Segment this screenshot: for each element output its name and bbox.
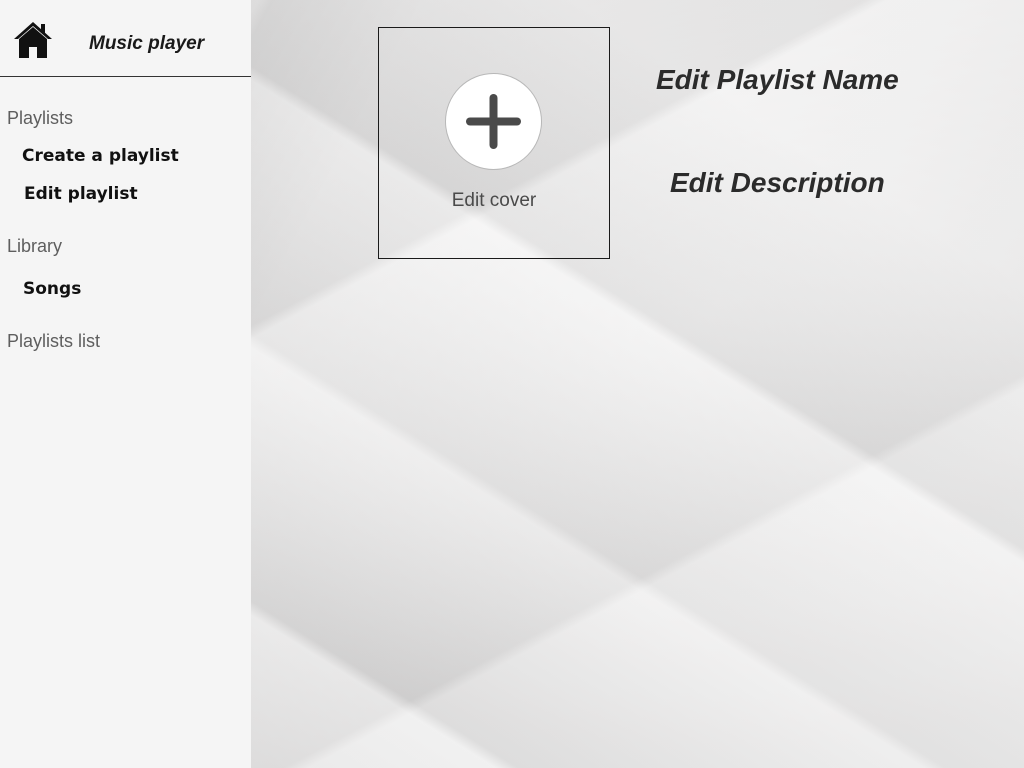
playlist-description-field[interactable]: Edit Description xyxy=(670,167,885,199)
sidebar-header: Music player xyxy=(0,0,251,77)
sidebar: Music player Playlists Create a playlist… xyxy=(0,0,251,768)
songs-link[interactable]: Songs xyxy=(23,279,81,299)
add-cover-button[interactable] xyxy=(445,73,542,170)
app-title: Music player xyxy=(89,33,205,54)
section-label-library: Library xyxy=(7,236,63,256)
home-icon[interactable] xyxy=(13,20,53,60)
playlists-list-link[interactable]: Playlists list xyxy=(7,331,100,352)
section-label-playlists: Playlists xyxy=(7,108,74,128)
edit-cover-label: Edit cover xyxy=(451,190,537,211)
cover-editor[interactable]: Edit cover xyxy=(378,27,610,259)
playlist-name-field[interactable]: Edit Playlist Name xyxy=(656,64,899,96)
create-playlist-link[interactable]: Create a playlist xyxy=(22,146,179,166)
edit-playlist-link[interactable]: Edit playlist xyxy=(24,184,138,204)
plus-icon xyxy=(466,94,521,149)
